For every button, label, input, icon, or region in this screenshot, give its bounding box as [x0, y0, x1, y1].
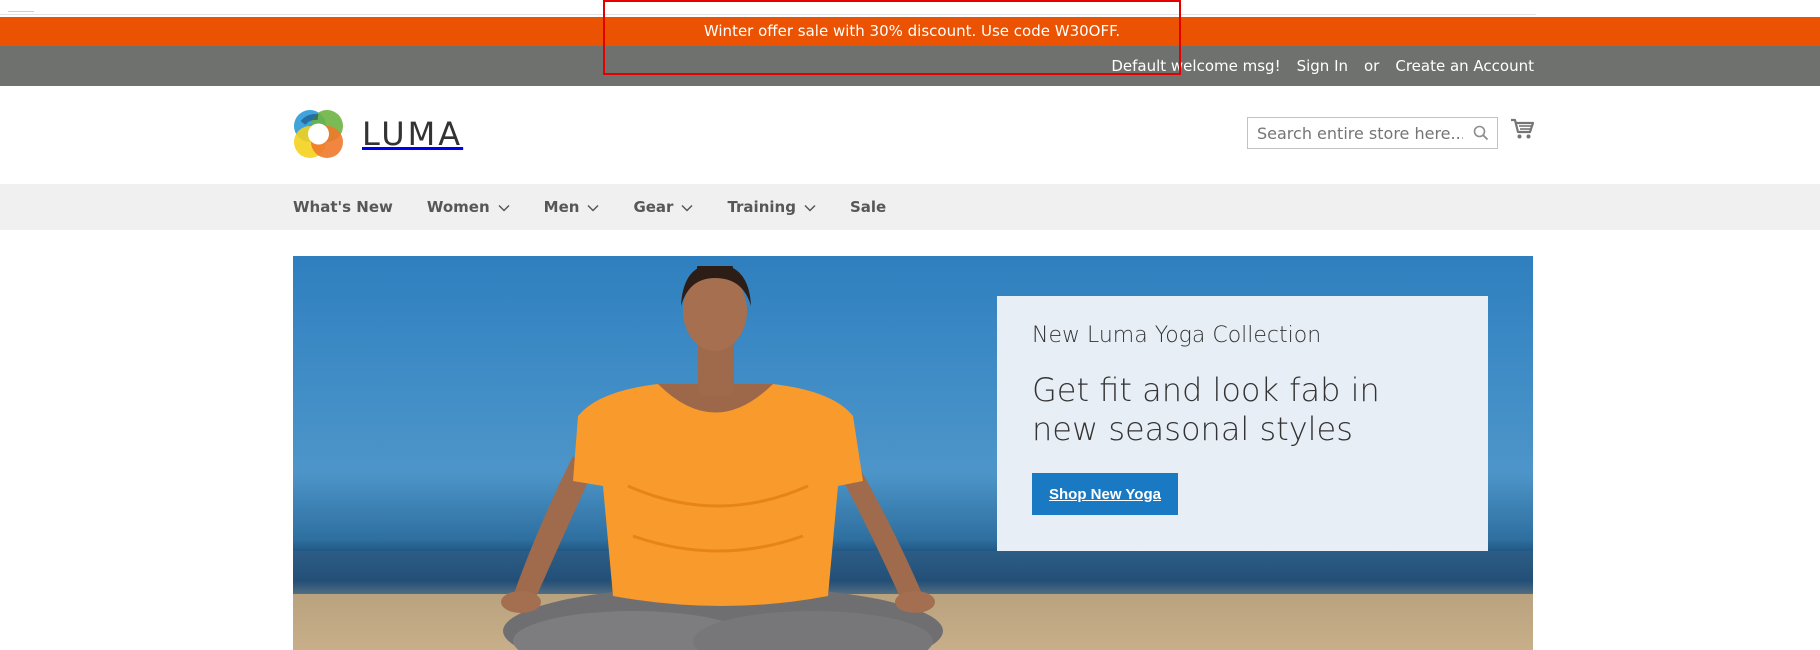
nav-label: Training [727, 198, 796, 216]
hero-headline: Get fit and look fab in new seasonal sty… [1032, 371, 1380, 448]
yoga-woman-image [501, 266, 943, 650]
main-navigation: What's New Women Men Gear Training Sale [0, 184, 1820, 230]
promo-banner: Winter offer sale with 30% discount. Use… [0, 17, 1820, 46]
top-strip-tick [8, 11, 34, 12]
shop-new-yoga-button[interactable]: Shop New Yoga [1032, 473, 1178, 515]
nav-label: Women [426, 198, 490, 216]
nav-item-sale[interactable]: Sale [850, 198, 886, 216]
hero-subtitle: New Luma Yoga Collection [1032, 323, 1322, 348]
nav-item-gear[interactable]: Gear [633, 198, 693, 216]
search-input[interactable] [1248, 118, 1497, 148]
welcome-message: Default welcome msg! [1111, 57, 1281, 75]
hero-promo-card: New Luma Yoga Collection Get fit and loo… [997, 296, 1488, 551]
top-strip-rule [0, 14, 1536, 15]
header-links: Default welcome msg! Sign In or Create a… [1111, 46, 1534, 86]
chevron-down-icon [587, 204, 599, 212]
nav-label: Sale [849, 198, 887, 216]
nav-item-women[interactable]: Women [427, 198, 510, 216]
header-panel: Default welcome msg! Sign In or Create a… [0, 46, 1820, 86]
chevron-down-icon [498, 204, 510, 212]
nav-label: Gear [633, 198, 674, 216]
hero-banner[interactable]: New Luma Yoga Collection Get fit and loo… [293, 256, 1533, 650]
search-box [1247, 117, 1498, 149]
or-separator: or [1364, 57, 1380, 75]
nav-label: What's New [293, 198, 393, 216]
nav-item-whats-new[interactable]: What's New [293, 198, 393, 216]
sign-in-link[interactable]: Sign In [1297, 57, 1348, 75]
create-account-link[interactable]: Create an Account [1395, 57, 1534, 75]
nav-item-training[interactable]: Training [727, 198, 816, 216]
cart-icon[interactable] [1510, 118, 1535, 144]
luma-logo[interactable]: LUMA [293, 109, 463, 159]
chevron-down-icon [804, 204, 816, 212]
logo-wordmark: LUMA [362, 115, 464, 153]
site-header: LUMA [0, 86, 1820, 184]
nav-label: Men [543, 198, 580, 216]
nav-item-men[interactable]: Men [544, 198, 600, 216]
luma-logo-icon [294, 110, 343, 158]
search-icon[interactable] [1473, 125, 1489, 145]
chevron-down-icon [681, 204, 693, 212]
top-strip [0, 0, 1820, 17]
promo-banner-text: Winter offer sale with 30% discount. Use… [703, 22, 1121, 40]
